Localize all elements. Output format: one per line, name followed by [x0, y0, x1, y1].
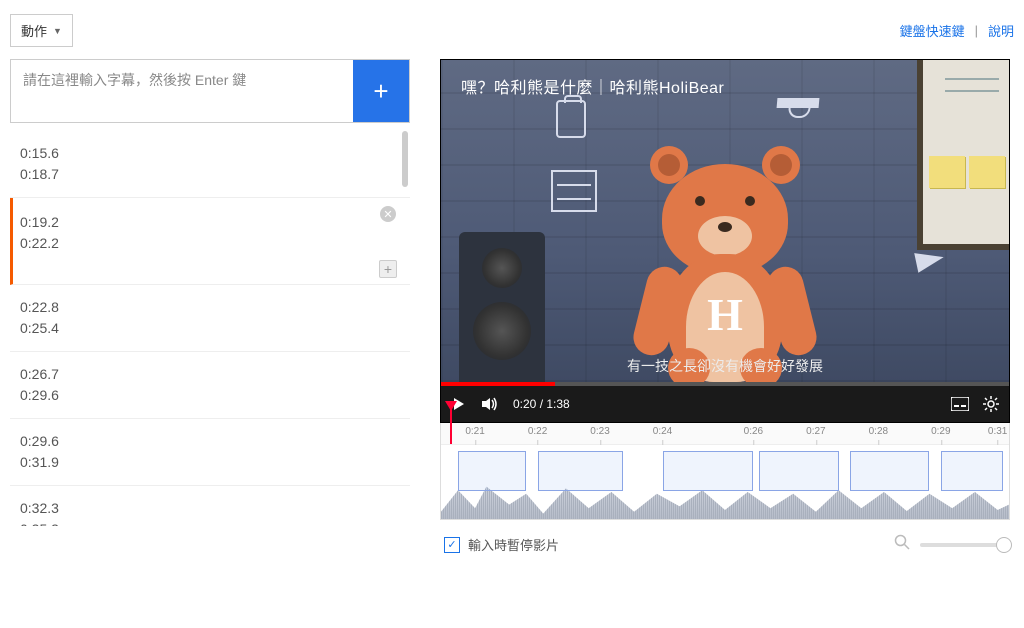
book-icon: [556, 100, 586, 138]
help-link[interactable]: 說明: [988, 21, 1014, 40]
segment-row[interactable]: 0:26.7 0:29.6: [10, 352, 410, 419]
segment-row[interactable]: 0:29.6 0:31.9: [10, 419, 410, 486]
time-display: 0:20 / 1:38: [513, 397, 570, 411]
segment-end: 0:22.2: [20, 233, 400, 254]
keyboard-shortcuts-link[interactable]: 鍵盤快速鍵: [900, 21, 965, 40]
timeline-tick: 0:24: [653, 426, 672, 437]
segment-start: 0:26.7: [20, 364, 400, 385]
segment-end: 0:25.4: [20, 318, 400, 339]
video-subtitle: 有一技之長卻沒有機會好好發展: [627, 356, 823, 376]
separator: |: [975, 23, 978, 38]
timeline-tick: 0:31: [988, 426, 1007, 437]
checkbox-icon: ✓: [444, 537, 460, 553]
search-icon[interactable]: [894, 534, 910, 555]
segment-row[interactable]: 0:22.8 0:25.4: [10, 285, 410, 352]
progress-bar[interactable]: [441, 382, 1009, 386]
segment-start: 0:15.6: [20, 143, 400, 164]
timeline-tick: 0:27: [806, 426, 825, 437]
segment-start: 0:19.2: [20, 212, 400, 233]
timeline-clip[interactable]: [941, 451, 1003, 491]
abacus-icon: [551, 170, 597, 212]
settings-button[interactable]: [983, 396, 999, 412]
pause-while-typing-checkbox[interactable]: ✓ 輸入時暫停影片: [440, 535, 559, 554]
insert-segment-button[interactable]: +: [379, 260, 397, 278]
segment-row[interactable]: 0:19.2 0:22.2 ✕ +: [10, 198, 410, 285]
graduation-cap-icon: [777, 98, 820, 108]
segment-row[interactable]: 0:15.6 0:18.7: [10, 131, 410, 198]
timeline-tick: 0:28: [869, 426, 888, 437]
actions-dropdown[interactable]: 動作 ▼: [10, 14, 73, 47]
timeline-tick: 0:29: [931, 426, 950, 437]
segments-list: 0:15.6 0:18.7 0:19.2 0:22.2 ✕ + 0:22.8 0…: [10, 131, 410, 526]
timeline-clip[interactable]: [850, 451, 930, 491]
zoom-slider[interactable]: [920, 543, 1010, 547]
speaker-art: [459, 232, 545, 382]
timeline: 0:21 0:22 0:23 0:24 0:26 0:27 0:28 0:29 …: [440, 423, 1010, 520]
segment-end: 0:31.9: [20, 452, 400, 473]
add-caption-button[interactable]: +: [353, 60, 409, 122]
timeline-clip[interactable]: [538, 451, 623, 491]
timeline-clip[interactable]: [663, 451, 754, 491]
volume-button[interactable]: [481, 396, 499, 412]
segment-start: 0:32.3: [20, 498, 400, 519]
holibear-character: H: [630, 146, 820, 382]
video-player: 嘿？哈利熊是什麼｜哈利熊HoliBear: [440, 59, 1010, 423]
top-links: 鍵盤快速鍵 | 說明: [900, 21, 1014, 40]
video-title: 嘿？哈利熊是什麼｜哈利熊HoliBear: [461, 74, 724, 98]
actions-label: 動作: [21, 21, 47, 40]
timeline-track[interactable]: [441, 445, 1009, 519]
playhead[interactable]: [450, 401, 452, 444]
segment-start: 0:29.6: [20, 431, 400, 452]
timeline-ruler[interactable]: 0:21 0:22 0:23 0:24 0:26 0:27 0:28 0:29 …: [441, 423, 1009, 445]
video-frame[interactable]: 嘿？哈利熊是什麼｜哈利熊HoliBear: [441, 60, 1009, 382]
timeline-tick: 0:22: [528, 426, 547, 437]
zoom-control: [894, 534, 1010, 555]
segment-end: 0:18.7: [20, 164, 400, 185]
timeline-clip[interactable]: [458, 451, 526, 491]
timeline-clip[interactable]: [759, 451, 839, 491]
timeline-tick: 0:26: [744, 426, 763, 437]
delete-segment-button[interactable]: ✕: [380, 206, 396, 222]
video-controls: 0:20 / 1:38: [441, 386, 1009, 422]
caret-down-icon: ▼: [53, 26, 62, 36]
zoom-knob[interactable]: [996, 537, 1012, 553]
segment-start: 0:22.8: [20, 297, 400, 318]
timeline-tick: 0:21: [465, 426, 484, 437]
subtitles-button[interactable]: [951, 397, 969, 411]
bulletin-board: [917, 60, 1009, 250]
timeline-tick: 0:23: [590, 426, 609, 437]
captions-panel: + 0:15.6 0:18.7 0:19.2 0:22.2 ✕ + 0:22.8…: [10, 59, 410, 555]
caption-input[interactable]: [11, 60, 353, 122]
segment-end: 0:35.3: [20, 519, 400, 526]
segment-end: 0:29.6: [20, 385, 400, 406]
segment-row[interactable]: 0:32.3 0:35.3: [10, 486, 410, 526]
pause-label: 輸入時暫停影片: [468, 535, 559, 554]
